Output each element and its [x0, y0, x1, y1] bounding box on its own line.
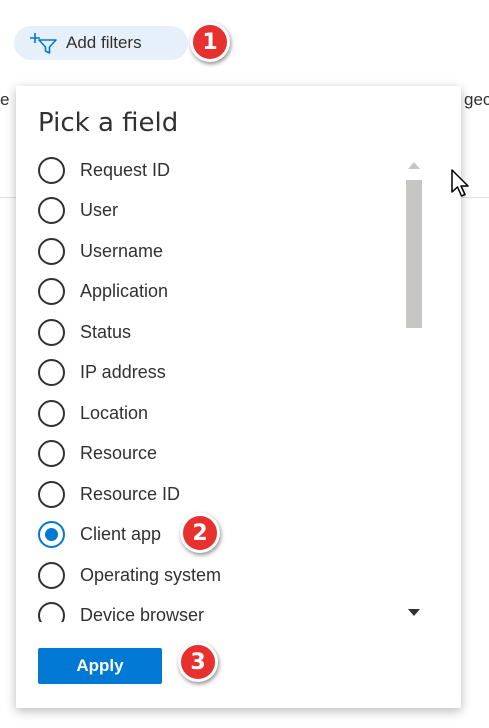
option-label: User	[80, 200, 119, 221]
option-location[interactable]: Location	[38, 393, 398, 434]
radio-button[interactable]	[38, 359, 65, 387]
option-device-browser[interactable]: Device browser	[38, 596, 398, 622]
option-label: Device browser	[80, 605, 205, 622]
radio-button[interactable]	[38, 561, 65, 589]
radio-button[interactable]	[38, 480, 65, 508]
option-label: Application	[80, 281, 169, 302]
option-label: IP address	[80, 362, 166, 383]
option-resource-id[interactable]: Resource ID	[38, 474, 398, 515]
option-resource[interactable]: Resource	[38, 434, 398, 475]
background-text-fragment-right: gec	[464, 90, 489, 109]
background-text-fragment-left: e	[0, 90, 10, 109]
option-status[interactable]: Status	[38, 312, 398, 353]
callout-badge-3: 3	[178, 642, 218, 682]
add-filters-button[interactable]: Add filters	[14, 26, 188, 60]
radio-button[interactable]	[38, 197, 65, 225]
option-ip-address[interactable]: IP address	[38, 353, 398, 394]
scroll-down-arrow-icon[interactable]	[408, 609, 420, 616]
panel-title: Pick a field	[38, 108, 179, 138]
radio-button[interactable]	[38, 399, 65, 427]
option-request-id[interactable]: Request ID	[38, 150, 398, 191]
radio-button[interactable]	[38, 440, 65, 468]
scroll-up-arrow-icon[interactable]	[408, 162, 420, 169]
radio-button[interactable]	[38, 278, 65, 306]
callout-badge-1: 1	[190, 22, 230, 62]
option-label: Username	[80, 240, 164, 261]
option-label: Request ID	[80, 159, 171, 180]
callout-badge-2: 2	[180, 513, 220, 553]
field-options-list: Request ID User Username Application Sta…	[38, 150, 398, 622]
option-label: Location	[80, 402, 149, 423]
list-scrollbar[interactable]	[403, 154, 425, 622]
mouse-pointer-icon	[451, 169, 469, 197]
radio-button[interactable]	[38, 237, 65, 265]
option-operating-system[interactable]: Operating system	[38, 555, 398, 596]
option-label: Resource ID	[80, 483, 181, 504]
pick-field-panel: Pick a field Request ID User Username Ap…	[16, 86, 461, 708]
option-label: Client app	[80, 524, 162, 545]
radio-button[interactable]	[38, 602, 65, 622]
radio-button[interactable]	[38, 156, 65, 184]
radio-button[interactable]	[38, 318, 65, 346]
scrollbar-thumb[interactable]	[406, 180, 422, 328]
option-label: Resource	[80, 443, 158, 464]
add-filter-icon	[28, 31, 58, 55]
add-filters-label: Add filters	[66, 33, 142, 52]
option-user[interactable]: User	[38, 191, 398, 232]
option-username[interactable]: Username	[38, 231, 398, 272]
option-label: Operating system	[80, 564, 222, 585]
apply-button[interactable]: Apply	[38, 648, 162, 684]
option-application[interactable]: Application	[38, 272, 398, 313]
radio-button-selected[interactable]	[38, 521, 65, 549]
option-label: Status	[80, 321, 132, 342]
